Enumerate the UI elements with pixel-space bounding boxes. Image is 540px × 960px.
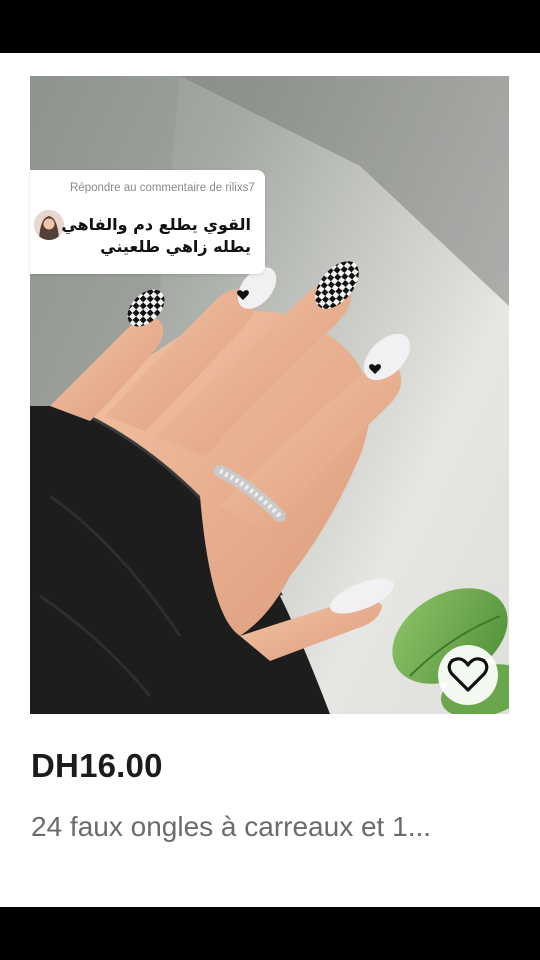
product-card-page: Répondre au commentaire de rilixs7 القوي… <box>0 53 540 907</box>
heart-outline-icon <box>447 657 489 692</box>
product-title[interactable]: 24 faux ongles à carreaux et 1... <box>31 811 511 843</box>
reply-comment-bubble[interactable]: Répondre au commentaire de rilixs7 القوي… <box>30 170 265 274</box>
reply-heading: Répondre au commentaire de rilixs7 <box>70 182 255 194</box>
comment-text: القوي يطلع دم والفاهي يطله زاهي طلعيني <box>61 215 251 256</box>
wishlist-button[interactable] <box>438 645 498 705</box>
product-price: DH16.00 <box>31 747 163 784</box>
